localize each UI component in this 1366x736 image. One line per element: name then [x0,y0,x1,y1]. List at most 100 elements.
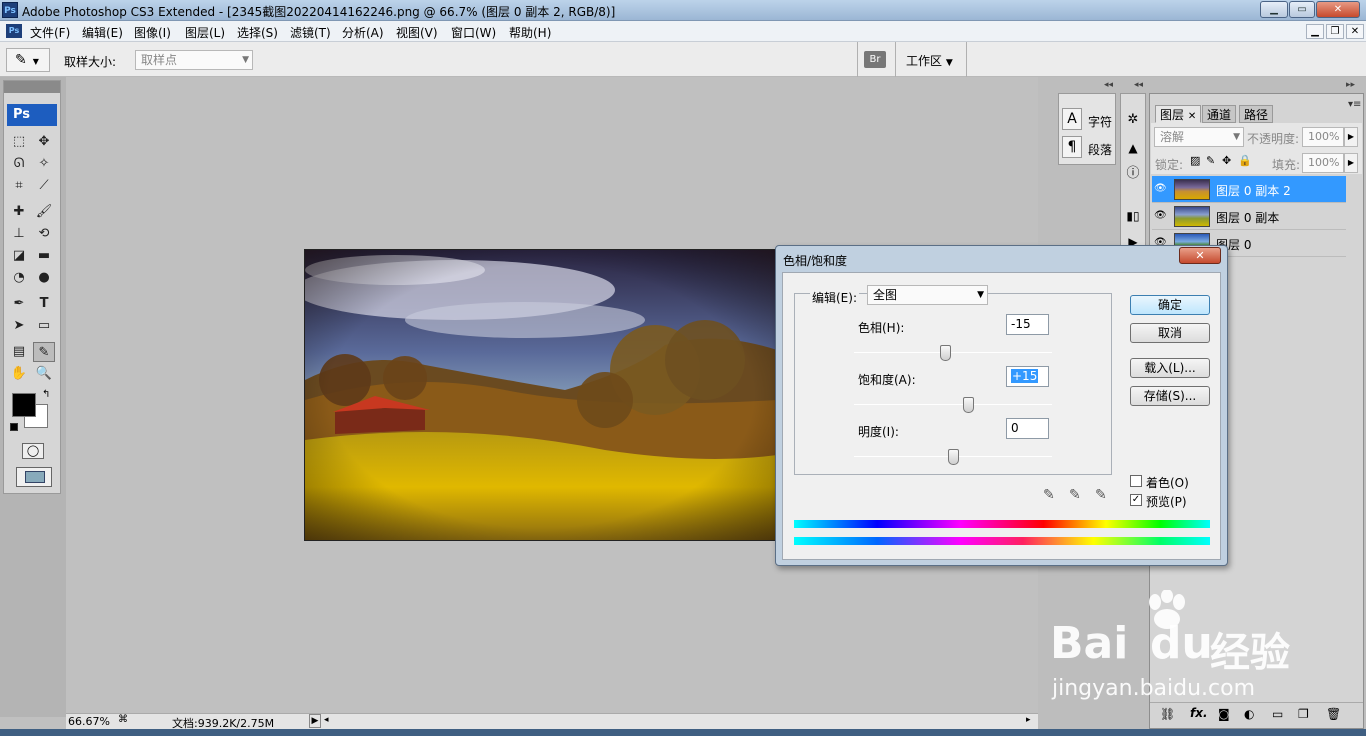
menu-image[interactable]: 图像(I) [134,24,171,41]
lightness-field[interactable]: 0 [1006,418,1049,439]
character-icon[interactable]: A [1062,108,1082,130]
hue-slider-track[interactable] [854,352,1052,353]
info-icon[interactable]: ⓘ [1123,164,1143,184]
menu-analysis[interactable]: 分析(A) [342,24,384,41]
sample-size-dropdown[interactable]: 取样点 ▼ [135,50,253,70]
healing-brush-tool-icon[interactable]: ✚ [8,202,30,222]
scroll-right-icon[interactable]: ▸ [1026,715,1031,725]
zoom-tool-icon[interactable]: 🔍 [33,364,55,384]
layer-row[interactable]: 👁 图层 0 副本 [1152,203,1346,230]
character-label[interactable]: 字符 [1088,113,1112,130]
dodge-tool-icon[interactable]: ● [33,268,55,288]
histogram-icon[interactable]: ▲ [1123,138,1143,158]
preview-checkbox[interactable]: ✓ [1130,494,1142,506]
eyedropper-plus-icon[interactable]: ✎ [1069,487,1081,503]
preview-label[interactable]: 预览(P) [1146,493,1187,510]
eye-icon[interactable]: 👁 [1154,183,1167,194]
menu-help[interactable]: 帮助(H) [509,24,551,41]
colorize-checkbox[interactable] [1130,475,1142,487]
edit-dropdown[interactable]: 全图 ▼ [867,285,988,305]
tab-layers[interactable]: 图层 ✕ [1155,105,1202,123]
ok-button[interactable]: 确定 [1130,295,1210,315]
history-icon[interactable]: ▮▯ [1123,206,1143,226]
menu-select[interactable]: 选择(S) [237,24,278,41]
blur-tool-icon[interactable]: ◔ [8,268,30,288]
document-icon[interactable]: Ps [6,24,22,38]
menu-view[interactable]: 视图(V) [396,24,438,41]
crop-tool-icon[interactable]: ⌗ [8,176,30,196]
eyedropper-preset-picker[interactable]: ✎ ▼ [6,48,50,72]
navigator-icon[interactable]: ✲ [1123,110,1143,130]
brush-tool-icon[interactable]: 🖌 [33,202,55,222]
shape-tool-icon[interactable]: ▭ [33,316,55,336]
menu-filter[interactable]: 滤镜(T) [290,24,331,41]
lock-transparent-icon[interactable]: ▨ [1190,154,1200,167]
blend-mode-dropdown[interactable]: 溶解 ▼ [1154,127,1244,147]
quick-mask-icon[interactable]: ◯ [22,443,44,459]
opacity-arrow-icon[interactable]: ▶ [1344,127,1358,147]
layer-row[interactable]: 👁 图层 0 副本 2 [1152,176,1346,203]
bridge-icon[interactable]: Br [864,51,886,68]
gradient-tool-icon[interactable]: ▬ [33,246,55,266]
panel-menu-icon[interactable]: ▾≡ [1348,99,1361,110]
pen-tool-icon[interactable]: ✒ [8,294,30,314]
hue-field[interactable]: -15 [1006,314,1049,335]
paragraph-label[interactable]: 段落 [1088,141,1112,158]
move-tool-icon[interactable]: ✥ [33,132,55,152]
lasso-tool-icon[interactable]: ᘏ [8,154,30,174]
menu-file[interactable]: 文件(F) [30,24,70,41]
notes-tool-icon[interactable]: ▤ [8,342,30,362]
status-icon[interactable]: ⌘ [118,714,128,725]
lightness-slider-handle[interactable] [948,449,959,465]
lock-image-icon[interactable]: ✎ [1206,154,1215,167]
default-colors-icon[interactable] [10,423,18,431]
eraser-tool-icon[interactable]: ◪ [8,246,30,266]
scroll-left-icon[interactable]: ◂ [324,715,329,725]
menu-edit[interactable]: 编辑(E) [82,24,123,41]
load-button[interactable]: 载入(L)... [1130,358,1210,378]
document-image[interactable] [304,249,776,541]
eye-icon[interactable]: 👁 [1154,210,1167,221]
doc-minimize-button[interactable]: ▁ [1306,24,1324,39]
paragraph-icon[interactable]: ¶ [1062,136,1082,158]
fill-arrow-icon[interactable]: ▶ [1344,153,1358,173]
cancel-button[interactable]: 取消 [1130,323,1210,343]
close-icon[interactable]: ✕ [1188,111,1196,122]
history-brush-tool-icon[interactable]: ⟲ [33,224,55,244]
tab-paths[interactable]: 路径 [1239,105,1274,123]
save-button[interactable]: 存储(S)... [1130,386,1210,406]
fill-field[interactable]: 100% [1302,153,1344,173]
foreground-color-swatch[interactable] [12,393,36,417]
hue-slider-handle[interactable] [939,345,951,361]
close-window-button[interactable]: ✕ [1316,1,1360,18]
workspace-menu[interactable]: 工作区 ▼ [906,52,953,69]
eyedropper-icon[interactable]: ✎ [1043,487,1055,503]
lock-position-icon[interactable]: ✥ [1222,154,1231,167]
zoom-level[interactable]: 66.67% [68,715,110,728]
marquee-tool-icon[interactable]: ⬚ [8,132,30,152]
status-menu-arrow-icon[interactable]: ▶ [309,714,321,728]
eyedropper-tool-icon[interactable]: ✎ [33,342,55,362]
eyedropper-minus-icon[interactable]: ✎ [1095,487,1107,503]
toolbox-grip[interactable] [4,81,60,93]
dialog-close-button[interactable]: ✕ [1179,247,1221,264]
menu-window[interactable]: 窗口(W) [451,24,496,41]
type-tool-icon[interactable]: T [33,294,55,314]
doc-restore-button[interactable]: ❐ [1326,24,1344,39]
screen-mode-icon[interactable] [16,467,52,487]
clone-stamp-tool-icon[interactable]: ⊥ [8,224,30,244]
menu-layer[interactable]: 图层(L) [185,24,225,41]
slice-tool-icon[interactable]: ⟋ [33,176,55,196]
minimize-button[interactable]: ▁ [1260,1,1288,18]
maximize-button[interactable]: ▭ [1289,1,1315,18]
opacity-field[interactable]: 100% [1302,127,1344,147]
colorize-label[interactable]: 着色(O) [1146,474,1189,491]
path-selection-tool-icon[interactable]: ➤ [8,316,30,336]
saturation-slider-track[interactable] [854,404,1052,405]
expand-arrows-icon[interactable]: ▸▸ [1346,80,1355,90]
magic-wand-tool-icon[interactable]: ✧ [33,154,55,174]
collapse-arrows-icon[interactable]: ◂◂ [1134,80,1143,90]
swap-colors-icon[interactable]: ↰ [42,389,50,400]
saturation-slider-handle[interactable] [962,397,974,413]
collapse-arrows-icon[interactable]: ◂◂ [1104,80,1113,90]
